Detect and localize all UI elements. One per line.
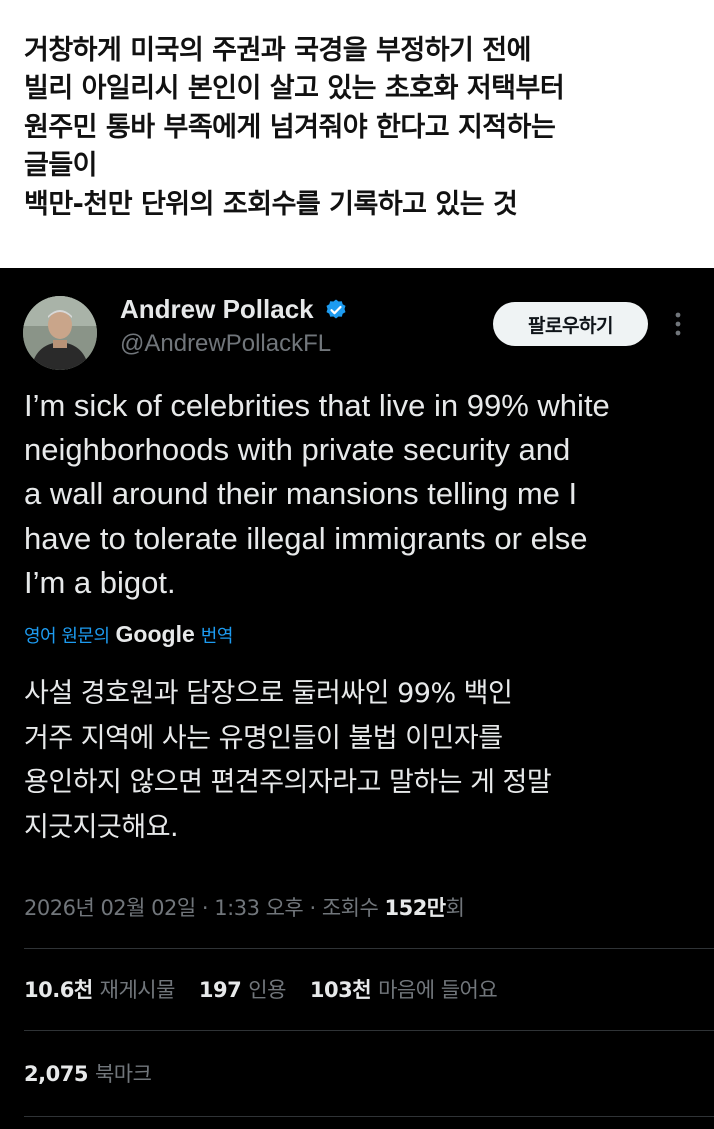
translated-text-line: 사설 경호원과 담장으로 둘러싸인 99% 백인 xyxy=(24,678,513,709)
author-handle[interactable]: @AndrewPollackFL xyxy=(120,330,331,358)
views-count: 152만 xyxy=(384,896,446,920)
tweet-text-line: I’m a bigot. xyxy=(24,564,176,600)
tweet-meta: 2026년 02월 02일 · 1:33 오후 · 조회수 152만회 xyxy=(24,892,465,922)
follow-button[interactable]: 팔로우하기 xyxy=(493,302,648,346)
translate-link[interactable]: 영어 원문의 Google 번역 xyxy=(24,621,233,648)
tweet-text: I’m sick of celebrities that live in 99%… xyxy=(24,384,704,605)
tweet-text-line: a wall around their mansions telling me … xyxy=(24,476,578,512)
tweet-date[interactable]: 2026년 02월 02일 xyxy=(24,896,196,920)
caption-line: 빌리 아일리시 본인이 살고 있는 초호화 저택부터 xyxy=(24,73,565,105)
reposts-count: 10.6천 xyxy=(24,978,93,1002)
bookmarks-stat[interactable]: 2,075 북마크 xyxy=(24,1058,152,1088)
views-label: 조회수 xyxy=(321,896,379,920)
google-logo: Google xyxy=(115,621,195,647)
avatar[interactable] xyxy=(23,296,97,370)
tweet-text-line: neighborhoods with private security and xyxy=(24,432,571,468)
meta-separator: · xyxy=(201,896,209,920)
translate-suffix: 번역 xyxy=(200,625,234,647)
likes-stat[interactable]: 103천 마음에 들어요 xyxy=(309,974,498,1004)
divider xyxy=(24,948,714,949)
translated-text-line: 거주 지역에 사는 유명인들이 불법 이민자를 xyxy=(24,722,503,754)
translated-text: 사설 경호원과 담장으로 둘러싸인 99% 백인 거주 지역에 사는 유명인들이… xyxy=(24,672,704,850)
avatar-photo-icon xyxy=(23,296,97,370)
quotes-count: 197 xyxy=(198,978,242,1002)
tweet-text-line: I’m sick of celebrities that live in 99%… xyxy=(24,388,610,423)
translated-text-line: 지긋지긋해요. xyxy=(24,811,179,843)
quotes-label: 인용 xyxy=(248,978,286,1002)
likes-count: 103천 xyxy=(309,978,372,1002)
caption-line: 원주민 통바 부족에게 넘겨줘야 한다고 지적하는 xyxy=(24,111,556,143)
likes-label: 마음에 들어요 xyxy=(378,978,498,1002)
engagement-stats: 10.6천 재게시물 197 인용 103천 마음에 들어요 xyxy=(24,974,521,1004)
tweet-text-line: have to tolerate illegal immigrants or e… xyxy=(24,520,588,556)
bookmarks-count: 2,075 xyxy=(24,1062,88,1086)
author-name-row: Andrew Pollack xyxy=(120,294,348,325)
caption-line: 거창하게 미국의 주권과 국경을 부정하기 전에 xyxy=(24,35,531,66)
post-caption: 거창하게 미국의 주권과 국경을 부정하기 전에 빌리 아일리시 본인이 살고 … xyxy=(24,32,694,224)
tweet-time[interactable]: 1:33 오후 xyxy=(214,896,303,920)
caption-line: 백만-천만 단위의 조회수를 기록하고 있는 것 xyxy=(24,188,518,220)
caption-line: 글들이 xyxy=(24,150,98,182)
bookmarks-label: 북마크 xyxy=(94,1062,152,1086)
divider xyxy=(24,1116,714,1117)
reposts-label: 재게시물 xyxy=(99,978,176,1002)
quotes-stat[interactable]: 197 인용 xyxy=(199,974,286,1004)
more-vertical-icon[interactable] xyxy=(672,310,684,338)
reposts-stat[interactable]: 10.6천 재게시물 xyxy=(24,974,175,1004)
translate-prefix: 영어 원문의 xyxy=(24,625,110,647)
tweet-card: Andrew Pollack @AndrewPollackFL 팔로우하기 I’… xyxy=(0,268,714,1129)
verified-badge-icon xyxy=(326,299,346,318)
divider xyxy=(24,1030,714,1031)
author-display-name[interactable]: Andrew Pollack xyxy=(120,294,314,325)
views-suffix: 회 xyxy=(445,896,465,920)
meta-separator: · xyxy=(309,896,316,920)
translated-text-line: 용인하지 않으면 편견주의자라고 말하는 게 정말 xyxy=(24,767,552,798)
